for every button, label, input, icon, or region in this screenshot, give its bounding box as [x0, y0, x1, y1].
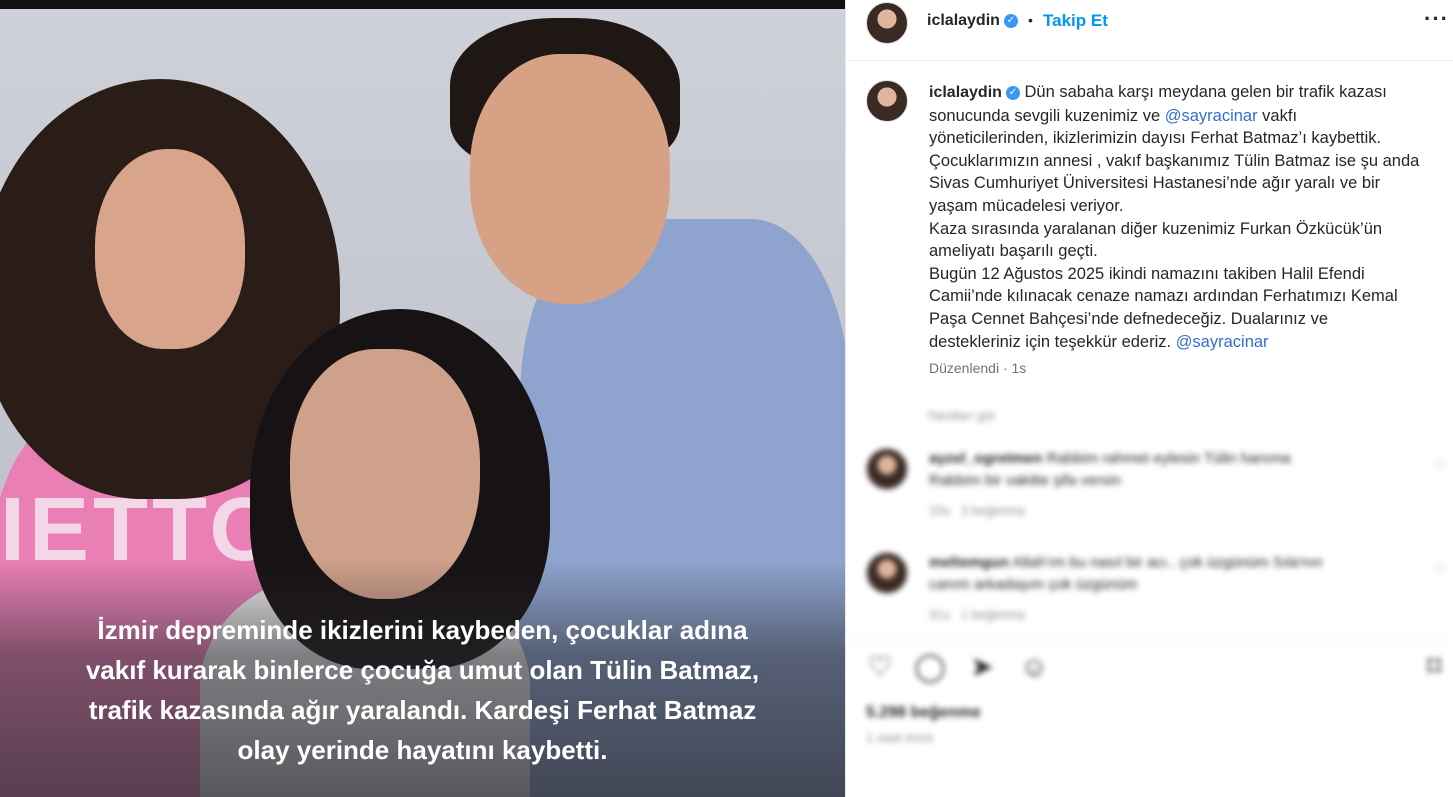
caption-line: Bugün 12 Ağustos 2025 ikindi namazını ta… [929, 264, 1365, 283]
post-media[interactable]: IETTO İzmir depreminde ikizlerini kaybed… [0, 0, 845, 797]
commenter-username[interactable]: ayzel_ogretmen [929, 450, 1042, 467]
post-age: 1 saat önce [866, 730, 934, 745]
author-avatar[interactable] [866, 2, 908, 44]
follow-button[interactable]: Takip Et [1043, 11, 1108, 31]
comment-likes[interactable]: 3 beğenme [961, 503, 1026, 518]
comment-text: Allah'ım bu nasıl bir acı.. çok üzgünüm … [1012, 554, 1323, 571]
caption-line: Sivas Cumhuriyet Üniversitesi Hastanesi’… [929, 174, 1381, 193]
caption-line: vakfı [1257, 106, 1298, 125]
comment-heart-icon[interactable]: ♡ [1434, 456, 1447, 473]
post-header: iclalaydin ✓ • Takip Et ··· [846, 0, 1453, 61]
caption-line: destekleriniz için teşekkür ederiz. [929, 332, 1176, 351]
edited-label: Düzenlendi [929, 360, 1000, 376]
more-icon[interactable]: ··· [1424, 6, 1449, 32]
caption-line: sonucunda sevgili kuzenimiz ve [929, 106, 1165, 125]
caption-line: yöneticilerinden, ikizlerimizin dayısı F… [929, 129, 1382, 148]
action-bar: ♡ ◯ ➤ ☺ ⌑ [846, 640, 1453, 701]
comment-icon[interactable]: ◯ [914, 651, 946, 683]
caption-line: vakıf kurarak binlerce çocuğa umut olan … [85, 655, 760, 685]
media-top-bar [0, 0, 845, 9]
caption-username[interactable]: iclalaydin [929, 84, 1002, 101]
commenter-avatar[interactable] [866, 552, 908, 594]
mention-link[interactable]: @sayracinar [1176, 333, 1269, 351]
caption-line: Paşa Cennet Bahçesi’nde defnedeceğiz. Du… [929, 309, 1329, 328]
view-replies[interactable]: Yanıtları gör [926, 408, 996, 423]
caption-line: trafik kazasında ağır yaralandı. Kardeşi… [88, 695, 757, 725]
caption-line: olay yerinde hayatını kaybetti. [237, 735, 608, 765]
post-meta: Düzenlendi · 1s [929, 360, 1027, 376]
girl-face [95, 149, 245, 349]
caption-text: iclalaydin ✓ Dün sabaha karşı meydana gel… [929, 81, 1434, 353]
comment-age: 41s [929, 607, 950, 622]
caption-line: Camii’nde kılınacak cenaze namazı ardınd… [929, 287, 1398, 306]
verified-badge-icon: ✓ [1005, 85, 1020, 100]
comment-text: Rabbim bir vakitte şifa versin [929, 472, 1121, 489]
mention-link[interactable]: @sayracinar [1165, 107, 1258, 125]
heart-icon[interactable]: ♡ [864, 651, 896, 683]
caption-line: yaşam mücadelesi veriyor. [929, 196, 1124, 215]
caption-avatar[interactable] [866, 80, 908, 122]
caption-line: ameliyatı başarılı geçti. [929, 242, 1098, 261]
author-name-row[interactable]: iclalaydin ✓ [927, 12, 1018, 30]
commenter-username[interactable]: meltemgun [929, 554, 1009, 571]
comment-text: Rabbim rahmet eylesin Tülin hanıma [1046, 450, 1291, 467]
post-time[interactable]: 1s [1012, 360, 1027, 376]
caption-line: Dün sabaha karşı meydana gelen bir trafi… [1024, 83, 1387, 101]
caption-line: Çocuklarımızın annesi , vakıf başkanımız… [929, 151, 1420, 170]
share-icon[interactable]: ➤ [966, 651, 998, 683]
verified-badge-icon: ✓ [1003, 13, 1018, 28]
comment-age: 15s [929, 503, 950, 518]
comment-heart-icon[interactable]: ♡ [1434, 560, 1447, 577]
emoji-icon[interactable]: ☺ [1018, 651, 1050, 683]
caption-line: İzmir depreminde ikizlerini kaybeden, ço… [97, 615, 748, 645]
separator-dot: • [1028, 12, 1033, 28]
author-username[interactable]: iclalaydin [927, 12, 1000, 29]
post-sidebar: iclalaydin ✓ • Takip Et ··· iclalaydin ✓ D… [845, 0, 1453, 797]
video-caption: İzmir depreminde ikizlerini kaybeden, ço… [40, 610, 805, 770]
caption-line: Kaza sırasında yaralanan diğer kuzenimiz… [929, 219, 1383, 238]
like-count[interactable]: 5.298 beğenme [866, 704, 981, 722]
comment-likes[interactable]: 1 beğenme [961, 607, 1026, 622]
bookmark-icon[interactable]: ⌑ [1418, 651, 1450, 683]
boy-face [470, 54, 670, 304]
comment-text: canım arkadaşım çok üzgünüm [929, 576, 1138, 593]
commenter-avatar[interactable] [866, 448, 908, 490]
